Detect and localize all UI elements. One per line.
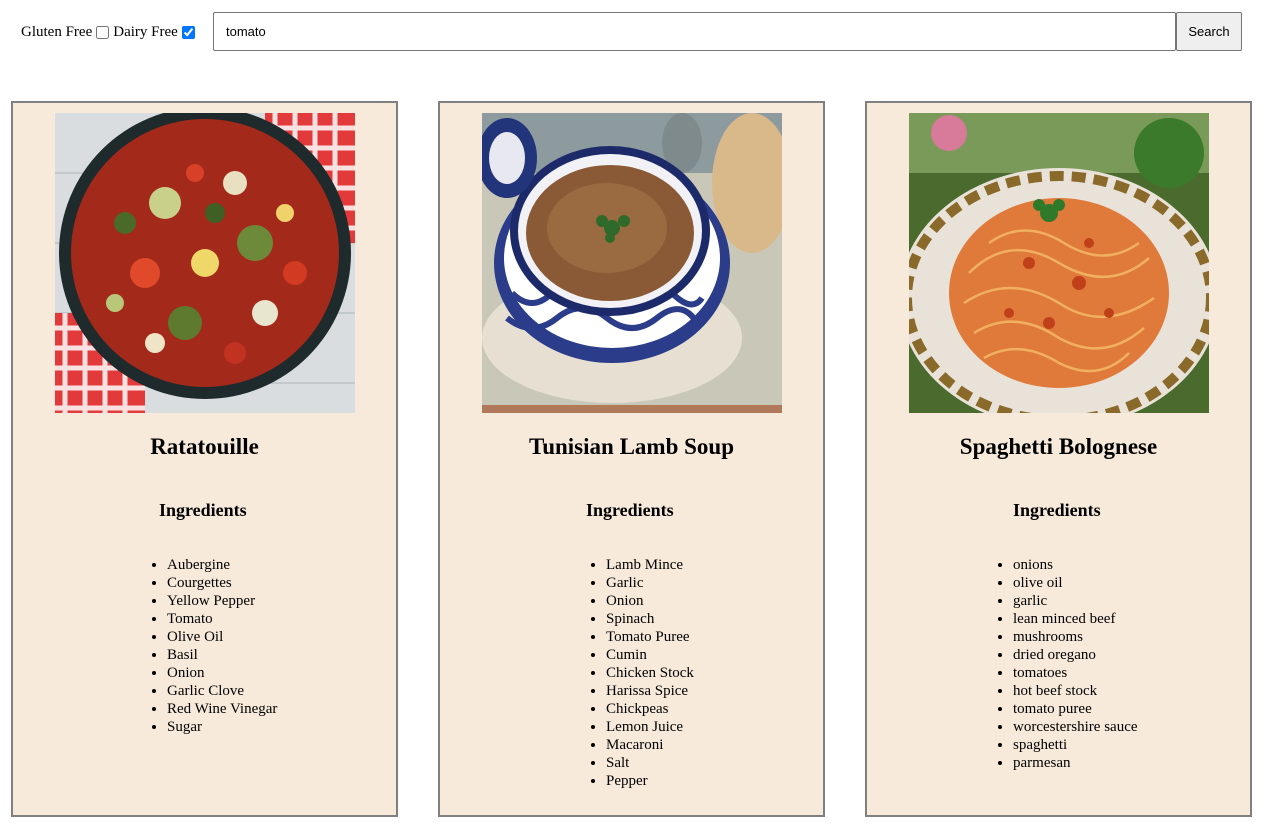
ingredient-item: dried oregano [1013,646,1138,664]
search-input[interactable] [213,12,1176,51]
ingredient-item: parmesan [1013,754,1138,772]
ingredient-item: Pepper [606,772,694,790]
recipe-card: Spaghetti Bolognese Ingredients onionsol… [865,101,1252,817]
ingredient-item: Cumin [606,646,694,664]
ingredients-heading: Ingredients [1013,500,1101,520]
ingredient-item: Chickpeas [606,700,694,718]
ingredient-item: Tomato [167,610,277,628]
recipe-card: Tunisian Lamb Soup Ingredients Lamb Minc… [438,101,825,817]
ingredient-item: Salt [606,754,694,772]
recipe-photo-ratatouille [55,113,355,413]
ingredient-item: Olive Oil [167,628,277,646]
ingredient-item: Onion [167,664,277,682]
recipe-title: Tunisian Lamb Soup [528,434,734,459]
ingredient-item: Sugar [167,718,277,736]
ingredient-item: garlic [1013,592,1138,610]
ingredients-list: Lamb MinceGarlicOnionSpinachTomato Puree… [588,556,694,790]
ingredient-item: mushrooms [1013,628,1138,646]
recipe-title: Spaghetti Bolognese [959,434,1158,459]
recipe-photo-tunisian-lamb-soup [482,113,782,413]
ingredient-item: worcestershire sauce [1013,718,1138,736]
ingredient-item: hot beef stock [1013,682,1138,700]
gluten-free-checkbox[interactable] [96,25,110,39]
ingredient-item: Aubergine [167,556,277,574]
search-button[interactable]: Search [1176,12,1242,51]
ingredient-item: Lamb Mince [606,556,694,574]
ingredient-item: Macaroni [606,736,694,754]
ingredient-item: Basil [167,646,277,664]
diet-filters: Gluten Free Dairy Free [21,22,199,42]
ingredient-item: Courgettes [167,574,277,592]
ingredient-item: tomatoes [1013,664,1138,682]
dairy-free-checkbox[interactable] [181,25,195,39]
ingredient-item: Lemon Juice [606,718,694,736]
ingredients-list: AubergineCourgettesYellow PepperTomatoOl… [149,556,277,736]
ingredient-item: spaghetti [1013,736,1138,754]
ingredients-list: onionsolive oilgarliclean minced beefmus… [995,556,1138,772]
recipe-photo-spaghetti-bolognese [909,113,1209,413]
ingredient-item: onions [1013,556,1138,574]
ingredients-heading: Ingredients [159,500,247,520]
gluten-free-filter[interactable]: Gluten Free [21,24,113,41]
ingredient-item: olive oil [1013,574,1138,592]
ingredient-item: tomato puree [1013,700,1138,718]
dairy-free-label: Dairy Free [113,23,178,40]
ingredient-item: Harissa Spice [606,682,694,700]
ingredient-item: Garlic [606,574,694,592]
ingredient-item: lean minced beef [1013,610,1138,628]
ingredient-item: Chicken Stock [606,664,694,682]
gluten-free-label: Gluten Free [21,23,93,40]
recipe-card: Ratatouille Ingredients AubergineCourget… [11,101,398,817]
ingredients-heading: Ingredients [586,500,674,520]
dairy-free-filter[interactable]: Dairy Free [113,24,199,41]
ingredient-item: Onion [606,592,694,610]
ingredient-item: Tomato Puree [606,628,694,646]
recipe-title: Ratatouille [150,434,259,459]
ingredient-item: Yellow Pepper [167,592,277,610]
ingredient-item: Red Wine Vinegar [167,700,277,718]
ingredient-item: Garlic Clove [167,682,277,700]
ingredient-item: Spinach [606,610,694,628]
